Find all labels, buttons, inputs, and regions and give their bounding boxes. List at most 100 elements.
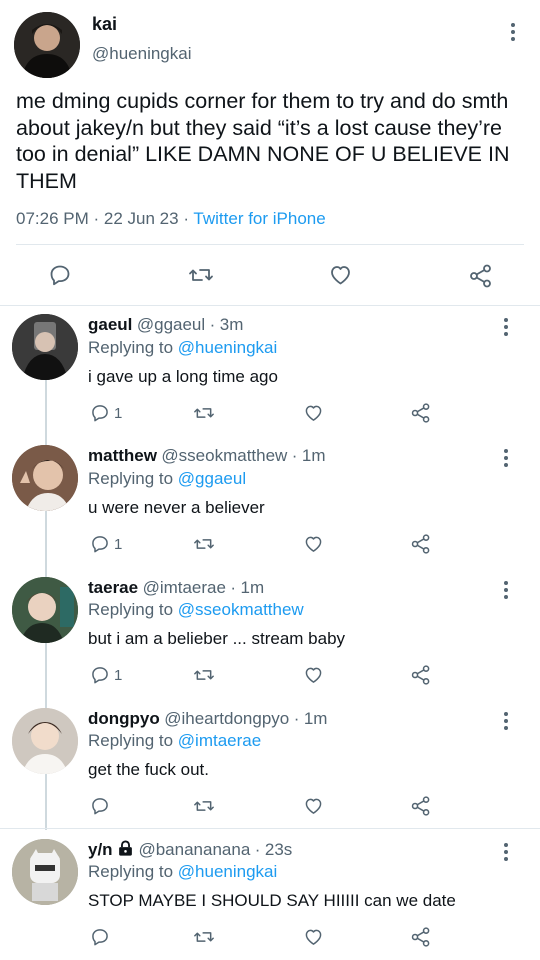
- reply-share-button[interactable]: [410, 795, 432, 817]
- reply-like-button[interactable]: [303, 796, 324, 816]
- reply-age: 1m: [240, 578, 265, 597]
- reply-header: y/n @banananana · 23s: [88, 840, 292, 860]
- reply-more-icon[interactable]: [503, 843, 509, 861]
- reply-share-button[interactable]: [410, 533, 432, 555]
- reply-name[interactable]: gaeul: [88, 315, 132, 334]
- reply-avatar[interactable]: [12, 708, 78, 774]
- replying-to-label: Replying to: [88, 469, 174, 488]
- replying-to-handle[interactable]: @hueningkai: [178, 862, 278, 881]
- reply-age: 1m: [303, 709, 328, 728]
- like-icon: [305, 405, 322, 421]
- reply-share-button[interactable]: [410, 926, 432, 948]
- reply-share-button[interactable]: [410, 664, 432, 686]
- reply-handle[interactable]: @imtaerae: [143, 578, 226, 597]
- main-divider-top: [16, 244, 524, 245]
- main-avatar-image: [14, 12, 80, 78]
- reply-age: 23s: [264, 840, 293, 859]
- meta-separator: ·: [93, 209, 100, 228]
- reply-avatar[interactable]: [12, 839, 78, 905]
- reply-retweet-button[interactable]: [193, 534, 215, 554]
- like-icon: [305, 798, 322, 814]
- reply-avatar[interactable]: [12, 445, 78, 511]
- reply-icon: [92, 405, 108, 422]
- main-tweet-date: 22 Jun 23: [103, 209, 179, 228]
- reply-reply-button[interactable]: 1: [90, 665, 122, 685]
- like-icon: [305, 667, 322, 683]
- main-handle[interactable]: @hueningkai: [92, 44, 192, 64]
- retweet-icon: [194, 801, 214, 811]
- reply-divider: [0, 828, 540, 829]
- retweet-icon: [189, 269, 213, 281]
- replying-to-handle[interactable]: @hueningkai: [178, 338, 278, 357]
- reply-text: u were never a believer: [88, 498, 265, 517]
- meta-separator: ·: [183, 209, 189, 228]
- reply-more-icon[interactable]: [503, 318, 509, 336]
- reply-more-icon[interactable]: [503, 712, 509, 730]
- replying-to-handle[interactable]: @ggaeul: [178, 469, 246, 488]
- reply-text: get the fuck out.: [88, 760, 209, 779]
- reply-handle[interactable]: @banananana: [138, 840, 250, 859]
- main-divider-bottom: [0, 305, 540, 306]
- reply-handle[interactable]: @ggaeul: [137, 315, 205, 334]
- reply-avatar[interactable]: [12, 314, 78, 380]
- reply-like-button[interactable]: [303, 403, 324, 423]
- reply-reply-button[interactable]: 1: [90, 403, 122, 423]
- reply-icon: [92, 667, 108, 684]
- main-reply-button[interactable]: [48, 263, 72, 287]
- main-tweet-source[interactable]: Twitter for iPhone: [193, 209, 325, 228]
- replying-to-handle[interactable]: @imtaerae: [178, 731, 261, 750]
- reply-text: but i am a belieber ... stream baby: [88, 629, 346, 648]
- replying-to: Replying to @sseokmatthew: [88, 600, 304, 620]
- main-tweet-time: 07:26 PM: [16, 209, 89, 228]
- reply-icon: [92, 536, 108, 553]
- reply-more-icon[interactable]: [503, 581, 509, 599]
- reply-retweet-button[interactable]: [193, 927, 215, 947]
- reply-text: STOP MAYBE I SHOULD SAY HIIIII can we da…: [88, 891, 456, 910]
- avatar-image: [12, 314, 78, 380]
- share-icon: [411, 927, 430, 947]
- reply-age: 1m: [301, 446, 326, 465]
- reply-header: taerae @imtaerae · 1m: [88, 578, 264, 598]
- replying-to-handle[interactable]: @sseokmatthew: [178, 600, 304, 619]
- reply-separator: ·: [209, 315, 216, 334]
- reply-like-button[interactable]: [303, 534, 324, 554]
- reply-retweet-button[interactable]: [193, 796, 215, 816]
- reply-retweet-button[interactable]: [193, 403, 215, 423]
- reply-reply-button[interactable]: [90, 796, 114, 816]
- reply-like-button[interactable]: [303, 927, 324, 947]
- reply-share-button[interactable]: [410, 402, 432, 424]
- replying-to: Replying to @ggaeul: [88, 469, 246, 489]
- reply-name[interactable]: y/n: [88, 840, 113, 859]
- reply-count: 1: [114, 666, 123, 684]
- reply-handle[interactable]: @iheartdongpyo: [164, 709, 289, 728]
- avatar-image: [12, 445, 78, 511]
- reply-text: i gave up a long time ago: [88, 367, 278, 386]
- reply-count: 1: [114, 535, 123, 553]
- reply-more-icon[interactable]: [503, 449, 509, 467]
- main-avatar[interactable]: [14, 12, 80, 78]
- main-retweet-button[interactable]: [188, 263, 214, 287]
- share-icon: [411, 403, 430, 423]
- main-more-icon[interactable]: [510, 23, 516, 41]
- share-icon: [470, 264, 491, 288]
- reply-icon: [92, 798, 108, 815]
- reply-like-button[interactable]: [303, 665, 324, 685]
- reply-header: gaeul @ggaeul · 3m: [88, 315, 243, 335]
- main-display-name[interactable]: kai: [92, 14, 117, 35]
- reply-name[interactable]: matthew: [88, 446, 157, 465]
- reply-reply-button[interactable]: 1: [90, 534, 122, 554]
- reply-name[interactable]: dongpyo: [88, 709, 160, 728]
- reply-header: matthew @sseokmatthew · 1m: [88, 446, 326, 466]
- reply-age: 3m: [219, 315, 244, 334]
- reply-reply-button[interactable]: [90, 927, 114, 947]
- retweet-icon: [194, 408, 214, 418]
- reply-handle[interactable]: @sseokmatthew: [161, 446, 287, 465]
- like-icon: [305, 929, 322, 945]
- main-like-button[interactable]: [328, 263, 353, 287]
- reply-icon: [50, 265, 70, 286]
- reply-name[interactable]: taerae: [88, 578, 138, 597]
- reply-avatar[interactable]: [12, 577, 78, 643]
- reply-retweet-button[interactable]: [193, 665, 215, 685]
- retweet-icon: [194, 932, 214, 942]
- main-share-button[interactable]: [468, 263, 494, 289]
